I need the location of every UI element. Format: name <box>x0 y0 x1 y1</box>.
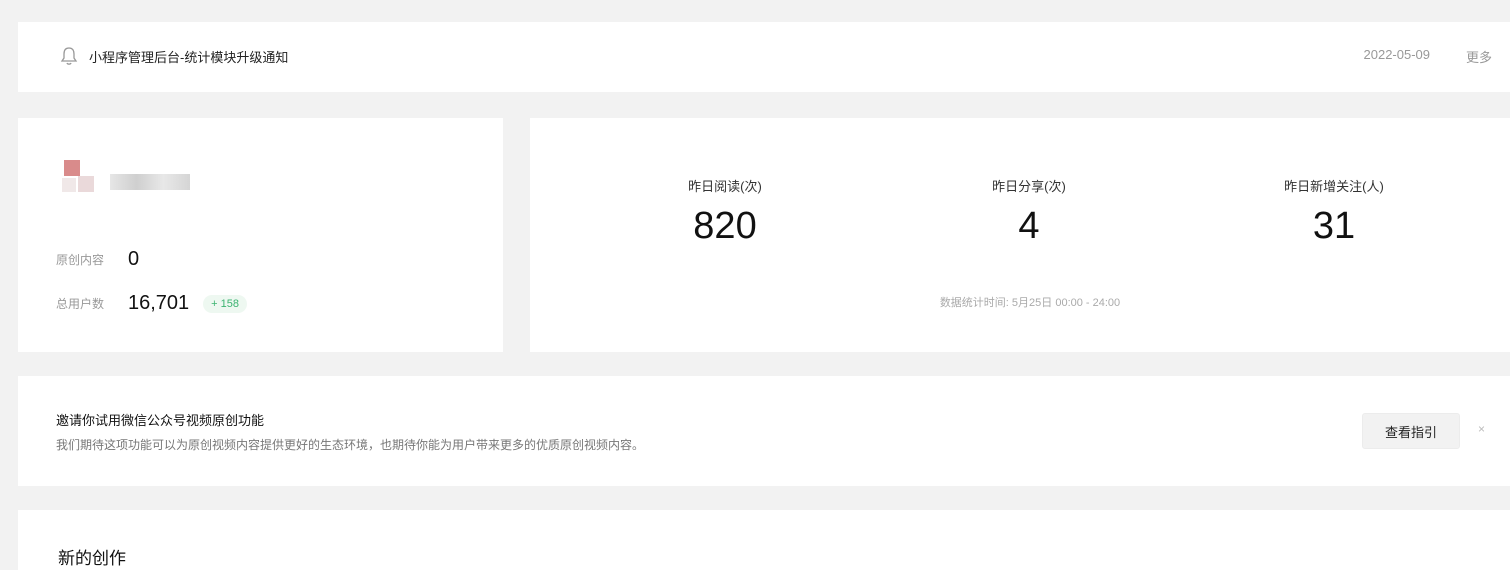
original-content-value: 0 <box>128 248 140 270</box>
new-creation-section: 新的创作 <box>18 510 1510 570</box>
metric-value: 4 <box>1018 205 1040 247</box>
original-content-row: 原创内容 0 <box>56 248 139 271</box>
original-content-label: 原创内容 <box>56 253 105 267</box>
metric-label: 昨日分享(次) <box>992 179 1066 194</box>
notice-title[interactable]: 小程序管理后台-统计模块升级通知 <box>89 47 288 66</box>
invite-title: 邀请你试用微信公众号视频原创功能 <box>56 413 265 428</box>
metric-label: 昨日阅读(次) <box>688 179 762 194</box>
metric-value: 31 <box>1312 205 1356 247</box>
account-name <box>110 174 190 190</box>
stat-time-range: 数据统计时间: 5月25日 00:00 - 24:00 <box>939 297 1121 309</box>
metric-value: 820 <box>693 205 757 247</box>
metric-yesterday-new-follows: 昨日新增关注(人) 31 <box>1224 176 1444 248</box>
total-users-label: 总用户数 <box>56 297 105 311</box>
view-guide-button[interactable]: 查看指引 <box>1362 413 1460 449</box>
metric-yesterday-reads: 昨日阅读(次) 820 <box>615 176 835 248</box>
metric-yesterday-shares: 昨日分享(次) 4 <box>919 176 1139 248</box>
more-link[interactable]: 更多 <box>1466 47 1492 66</box>
yesterday-stats-card: 昨日阅读(次) 820 昨日分享(次) 4 昨日新增关注(人) 31 数据统计时… <box>530 118 1510 352</box>
avatar[interactable] <box>58 156 94 196</box>
total-users-value: 16,701 <box>128 292 190 314</box>
close-icon[interactable]: × <box>1478 422 1485 436</box>
metric-label: 昨日新增关注(人) <box>1284 179 1384 194</box>
notice-date: 2022-05-09 <box>1363 47 1431 62</box>
account-card: 原创内容 0 总用户数 16,701 + 158 <box>18 118 503 352</box>
invite-description: 我们期待这项功能可以为原创视频内容提供更好的生态环境，也期待你能为用户带来更多的… <box>56 438 645 452</box>
total-users-row: 总用户数 16,701 + 158 <box>56 292 248 315</box>
new-creation-title: 新的创作 <box>58 549 126 568</box>
invite-banner: 邀请你试用微信公众号视频原创功能 我们期待这项功能可以为原创视频内容提供更好的生… <box>18 376 1510 486</box>
notice-bar[interactable]: 小程序管理后台-统计模块升级通知 2022-05-09 更多 <box>18 22 1510 92</box>
users-growth-badge: + 158 <box>203 294 248 313</box>
bell-icon <box>60 46 78 66</box>
